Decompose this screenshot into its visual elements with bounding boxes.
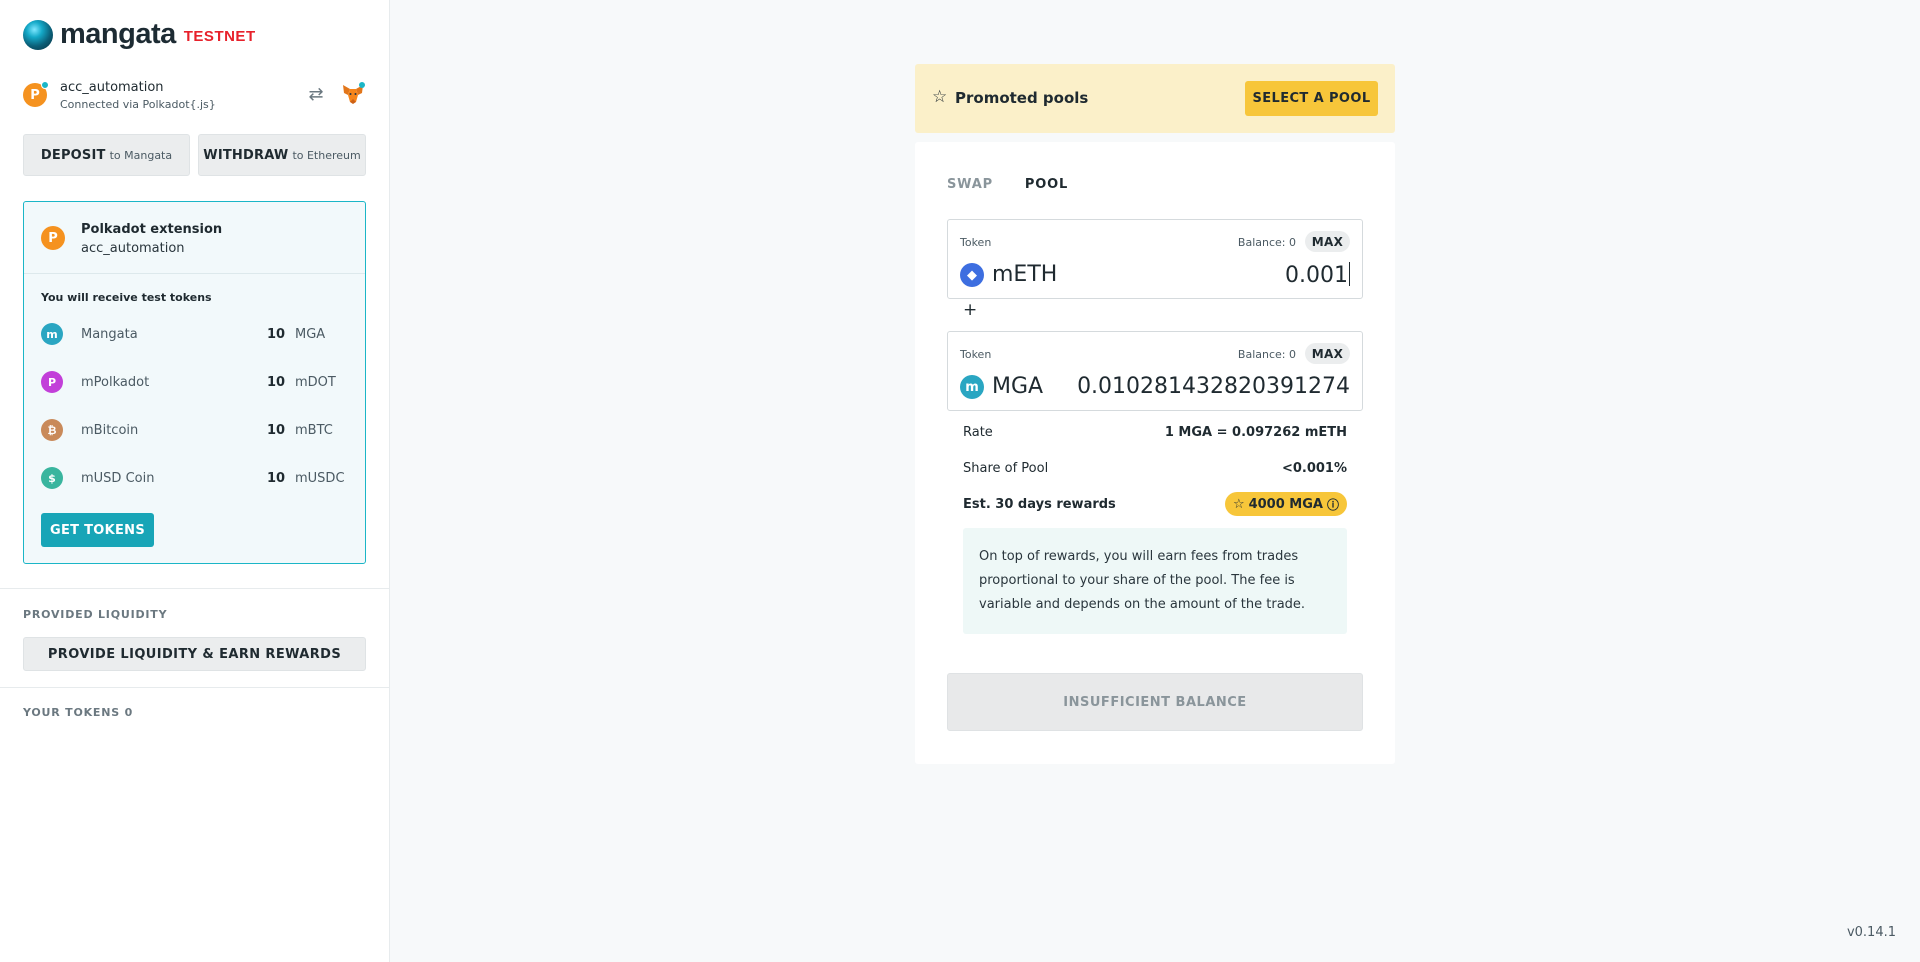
mangata-token-icon: m xyxy=(41,323,63,345)
mangata-logo[interactable]: mangata TESTNET xyxy=(23,18,256,51)
account-name: acc_automation xyxy=(60,80,164,95)
token-amount: 10 xyxy=(267,374,286,390)
eth-token-icon[interactable]: ◆ xyxy=(960,263,984,287)
usdc-token-icon: $ xyxy=(41,467,63,489)
token-select[interactable]: mETH xyxy=(992,262,1057,287)
polkadot-token-icon: P xyxy=(41,371,63,393)
token-name: mUSD Coin xyxy=(81,470,155,486)
brand-name: mangata xyxy=(60,18,176,50)
faucet-token-row: $ mUSD Coin 10 mUSDC xyxy=(41,466,351,490)
first-token-input[interactable]: Token Balance: 0 MAX ◆ mETH 0.001 xyxy=(947,219,1363,299)
bitcoin-token-icon: ₿ xyxy=(41,419,63,441)
promoted-pools-title: Promoted pools xyxy=(955,89,1089,107)
amount-value: 0.001 xyxy=(1285,263,1348,288)
divider xyxy=(0,588,390,589)
withdraw-button[interactable]: WITHDRAW to Ethereum xyxy=(198,134,366,176)
your-tokens-count: 0 xyxy=(124,706,134,719)
extension-header: P Polkadot extension acc_automation xyxy=(24,202,365,274)
text-caret xyxy=(1349,262,1350,286)
amount-input[interactable]: 0.001 xyxy=(1285,262,1350,288)
your-tokens-label: YOUR TOKENS 0 xyxy=(23,706,133,719)
rewards-label: Est. 30 days rewards xyxy=(963,496,1116,512)
switch-account-icon[interactable]: ⇄ xyxy=(306,85,326,105)
extension-account: acc_automation xyxy=(81,241,185,256)
amount-input[interactable]: 0.010281432820391274 xyxy=(1077,374,1350,399)
plus-icon: + xyxy=(963,300,978,320)
token-label: Token xyxy=(960,348,992,361)
deposit-button[interactable]: DEPOSIT to Mangata xyxy=(23,134,190,176)
metamask-fox-icon[interactable] xyxy=(341,82,365,106)
star-icon: ☆ xyxy=(932,87,948,107)
token-amount: 10 xyxy=(267,326,286,342)
token-symbol: mDOT xyxy=(295,374,336,390)
tab-swap[interactable]: SWAP xyxy=(947,177,993,192)
polkadot-icon: P xyxy=(23,81,49,107)
token-label: Token xyxy=(960,236,992,249)
token-name: mBitcoin xyxy=(81,422,139,438)
token-name: mPolkadot xyxy=(81,374,150,390)
rate-value: 1 MGA = 0.097262 mETH xyxy=(1164,424,1347,440)
extension-title: Polkadot extension xyxy=(81,222,223,237)
token-name: Mangata xyxy=(81,326,138,342)
select-pool-button[interactable]: SELECT A POOL xyxy=(1245,81,1378,116)
token-amount: 10 xyxy=(267,422,286,438)
rewards-value: 4000 MGA xyxy=(1248,496,1323,512)
account-summary: P acc_automation Connected via Polkadot{… xyxy=(23,80,366,114)
sidebar: mangata TESTNET P acc_automation Connect… xyxy=(0,0,390,962)
polkadot-icon: P xyxy=(41,226,65,250)
max-button[interactable]: MAX xyxy=(1305,343,1350,364)
rate-row: Rate 1 MGA = 0.097262 mETH xyxy=(963,422,1347,442)
provide-liquidity-button[interactable]: PROVIDE LIQUIDITY & EARN REWARDS xyxy=(23,637,366,671)
withdraw-sub: to Ethereum xyxy=(292,148,361,162)
info-icon[interactable]: ⓘ xyxy=(1327,496,1339,513)
faucet-token-row: ₿ mBitcoin 10 mBTC xyxy=(41,418,351,442)
max-button[interactable]: MAX xyxy=(1305,231,1350,252)
token-symbol: mUSDC xyxy=(295,470,345,486)
submit-button[interactable]: INSUFFICIENT BALANCE xyxy=(947,673,1363,731)
withdraw-label: WITHDRAW xyxy=(203,147,289,163)
second-token-input[interactable]: Token Balance: 0 MAX m MGA 0.01028143282… xyxy=(947,331,1363,411)
rate-label: Rate xyxy=(963,424,993,440)
rewards-row: Est. 30 days rewards ☆ 4000 MGA ⓘ xyxy=(963,492,1347,516)
mangata-orb-icon xyxy=(23,19,53,50)
pool-card: SWAP POOL Token Balance: 0 MAX ◆ mETH 0.… xyxy=(915,142,1395,764)
token-balance: Balance: 0 xyxy=(1237,236,1296,249)
testnet-badge: TESTNET xyxy=(183,28,256,45)
deposit-label: DEPOSIT xyxy=(40,147,106,163)
promoted-pools-banner: ☆ Promoted pools SELECT A POOL xyxy=(915,64,1395,133)
share-row: Share of Pool <0.001% xyxy=(963,458,1347,478)
divider xyxy=(0,687,390,688)
deposit-sub: to Mangata xyxy=(109,148,173,162)
token-amount: 10 xyxy=(267,470,286,486)
faucet-token-row: m Mangata 10 MGA xyxy=(41,322,351,346)
mangata-token-icon[interactable]: m xyxy=(960,375,984,399)
account-connection: Connected via Polkadot{.js} xyxy=(60,98,216,111)
share-label: Share of Pool xyxy=(963,460,1049,476)
fee-note: On top of rewards, you will earn fees fr… xyxy=(963,528,1347,634)
polkadot-extension-card: P Polkadot extension acc_automation You … xyxy=(23,201,366,564)
app-version: v0.14.1 xyxy=(1846,925,1896,940)
bridge-buttons: DEPOSIT to Mangata WITHDRAW to Ethereum xyxy=(23,134,366,176)
faucet-token-row: P mPolkadot 10 mDOT xyxy=(41,370,351,394)
rewards-badge: ☆ 4000 MGA ⓘ xyxy=(1224,492,1347,516)
token-select[interactable]: MGA xyxy=(992,374,1043,399)
token-balance: Balance: 0 xyxy=(1237,348,1296,361)
tab-pool[interactable]: POOL xyxy=(1025,177,1068,192)
star-icon: ☆ xyxy=(1232,496,1245,512)
trade-tabs: SWAP POOL xyxy=(947,177,1068,192)
get-tokens-button[interactable]: GET TOKENS xyxy=(41,513,154,547)
token-symbol: mBTC xyxy=(295,422,333,438)
token-symbol: MGA xyxy=(295,326,326,342)
receive-text: You will receive test tokens xyxy=(41,291,212,304)
provided-liquidity-label: PROVIDED LIQUIDITY xyxy=(23,608,168,621)
your-tokens-text: YOUR TOKENS xyxy=(23,706,120,719)
share-value: <0.001% xyxy=(1281,460,1347,476)
